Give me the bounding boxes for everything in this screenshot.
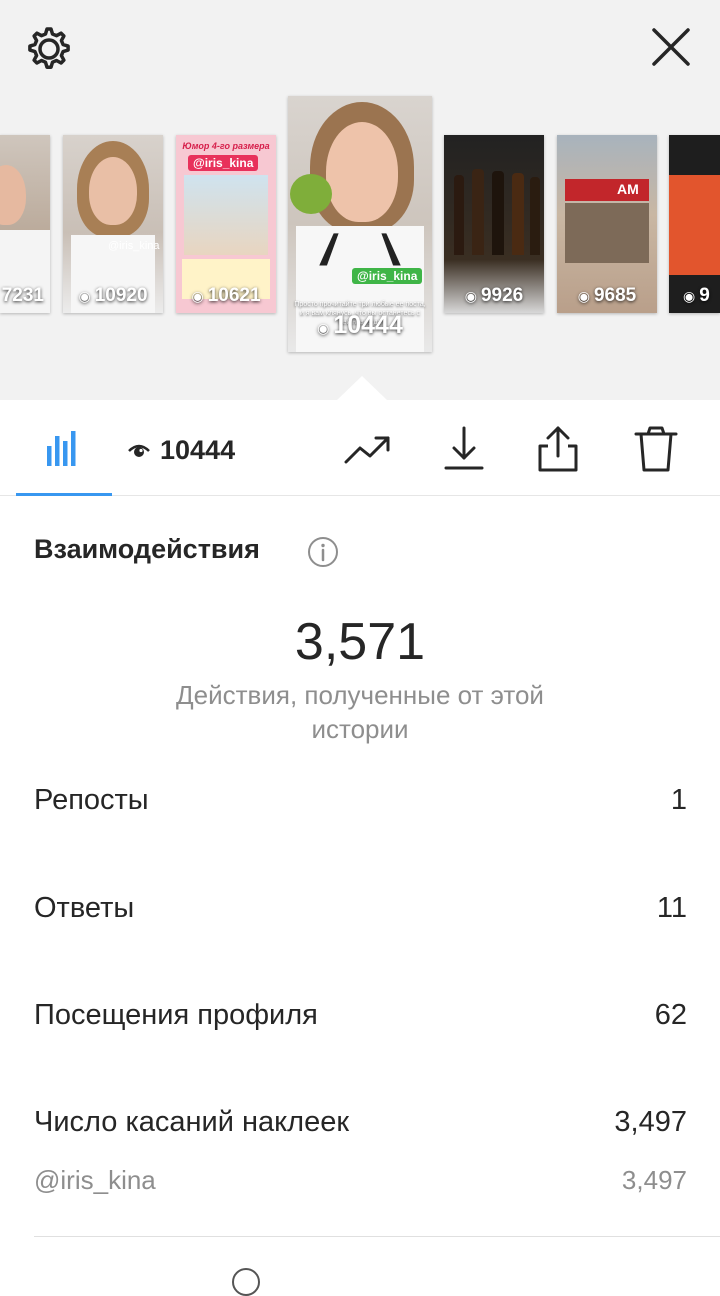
close-x-icon: [652, 28, 690, 66]
selected-story-pointer: [336, 376, 388, 401]
metric-label-sticker-taps: Число касаний наклеек: [34, 1106, 350, 1138]
bottle-graphic: [512, 173, 524, 255]
info-button[interactable]: [307, 536, 339, 568]
info-icon-partial: [232, 1268, 260, 1296]
delete-button[interactable]: [628, 422, 684, 478]
close-button[interactable]: [648, 24, 694, 70]
download-icon: [444, 426, 484, 470]
story-view-count: ◉ 9926: [464, 285, 524, 306]
settings-button[interactable]: [22, 24, 72, 74]
share-button[interactable]: [530, 422, 586, 478]
mention-sticker: @iris_kina: [108, 240, 160, 252]
shirt-collar: [319, 233, 401, 266]
download-button[interactable]: [436, 422, 492, 478]
story-photo: [454, 175, 464, 255]
bottle-graphic: [472, 169, 484, 255]
gear-icon: [28, 27, 70, 69]
trend-up-icon: [344, 436, 390, 464]
bottle-graphic: [492, 171, 504, 255]
story-view-count: 7231: [1, 285, 44, 306]
view-count-value: 10444: [160, 434, 236, 465]
bottle-graphic: [530, 177, 540, 255]
story-photo: [0, 165, 26, 225]
story-thumbnail[interactable]: AM ◉ 9685: [557, 135, 657, 313]
face-graphic: [326, 122, 398, 222]
active-tab-indicator: [16, 493, 112, 496]
mention-sticker: @iris_kina: [188, 155, 259, 171]
shop-front: [565, 203, 649, 263]
promote-button[interactable]: [340, 422, 396, 478]
story-carousel: 7231 @iris_kina ◉ 10920 Юмор 4-го размера…: [0, 0, 720, 401]
shop-sign: AM: [617, 181, 639, 197]
metric-label-profile-visits: Посещения профиля: [34, 999, 318, 1031]
tab-insights[interactable]: [16, 400, 112, 496]
story-photo: [184, 175, 268, 255]
story-view-count: ◉ 9685: [577, 285, 637, 306]
section-title: Взаимодействия: [34, 534, 260, 564]
story-thumbnail[interactable]: ◉ 9926: [444, 135, 544, 313]
section-divider: [34, 1236, 720, 1237]
story-thumbnail[interactable]: @iris_kina ◉ 10920: [63, 135, 163, 313]
bar-chart-icon: [47, 431, 76, 466]
story-view-count: ◉ 10444: [317, 311, 403, 339]
story-toolbar: 10444: [0, 400, 720, 496]
mention-sticker: @iris_kina: [352, 268, 423, 284]
story-thumbnail[interactable]: 7231: [0, 135, 50, 313]
eye-icon: [128, 444, 150, 457]
story-view-count: ◉ 10920: [78, 285, 148, 306]
apple-graphic: [290, 174, 332, 214]
metric-label-reposts: Репосты: [34, 784, 149, 816]
story-thumbnail[interactable]: Юмор 4-го размера @iris_kina ◉ 10621: [176, 135, 276, 313]
trash-icon: [634, 426, 678, 472]
metric-value-sticker-taps: 3,497: [614, 1106, 687, 1138]
total-interactions-caption: Действия, полученные от этой истории: [176, 680, 544, 744]
metric-value-reposts: 1: [670, 784, 687, 816]
story-view-count: ◉ 10621: [191, 285, 261, 306]
sticker-mention-label: @iris_kina: [34, 1165, 156, 1195]
story-thumbnail-selected[interactable]: @iris_kina Просто прочитайте три любые е…: [288, 96, 432, 352]
story-photo: [669, 175, 720, 275]
viewers-button[interactable]: 10444: [128, 430, 235, 470]
sticker-mention-value: 3,497: [621, 1165, 687, 1195]
story-view-count: ◉ 9: [683, 285, 710, 306]
story-thumbnail[interactable]: ◉ 9: [669, 135, 720, 313]
metric-value-profile-visits: 62: [654, 999, 687, 1031]
story-title: Юмор 4-го размера: [182, 141, 270, 151]
info-icon: [308, 537, 338, 567]
metric-label-replies: Ответы: [34, 892, 135, 924]
share-icon: [538, 426, 578, 472]
face-graphic: [89, 157, 137, 225]
metric-value-replies: 11: [656, 892, 687, 924]
total-interactions-value: 3,571: [294, 613, 426, 671]
